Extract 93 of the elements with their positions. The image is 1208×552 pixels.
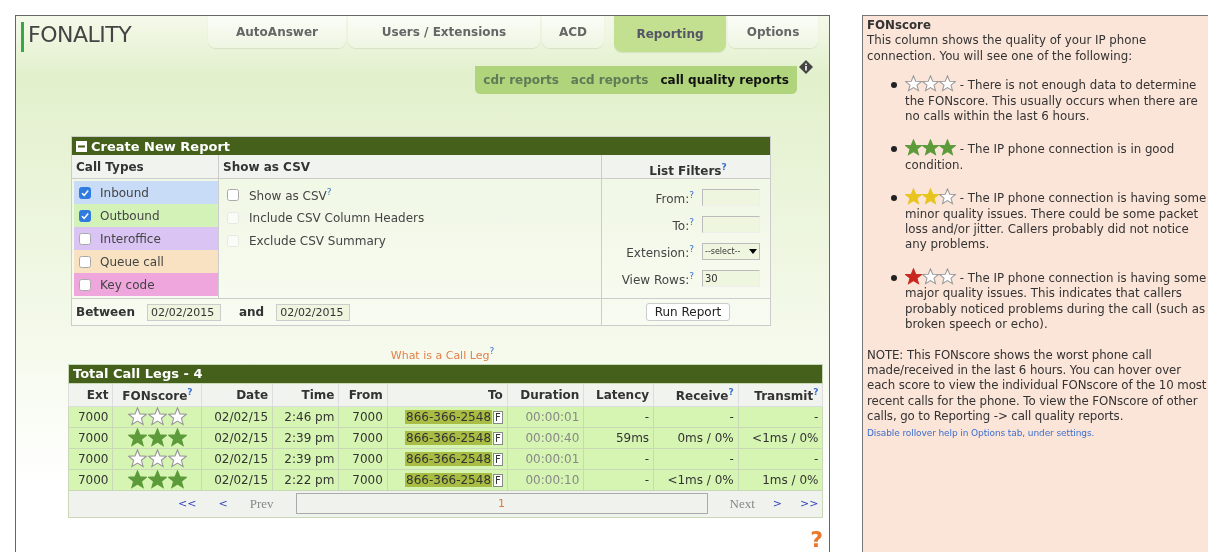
- star-icon: [939, 188, 956, 206]
- star-icon: [922, 267, 939, 285]
- note-text: NOTE: This FONscore shows the worst phone call made/received in the last 6 hours. You can hover over each score to view the individual FONscore of the 10 most recent calls for the phone. To view the FONscore of other calls, go to Reporting -> call quality reports. Disable rollover help in Options tab, under settings.: [867, 347, 1208, 441]
- column-header: Ext: [68, 383, 113, 407]
- flag-badge: F: [493, 452, 503, 466]
- star-icon: [922, 75, 939, 93]
- next-link[interactable]: Next: [729, 495, 755, 512]
- bullet-icon: [891, 146, 897, 153]
- table-cell: 7000: [68, 427, 113, 449]
- star-icon: [167, 407, 187, 427]
- option-label: Queue call: [100, 254, 164, 269]
- section-heading: Call Types: [72, 155, 218, 179]
- option-label: Exclude CSV Summary: [249, 233, 386, 248]
- star-icon: [147, 428, 167, 448]
- star-icon: [905, 75, 922, 93]
- flag-badge: F: [493, 431, 503, 445]
- date-field[interactable]: 02/02/2015: [146, 303, 221, 321]
- section-heading: List Filters$^{?}$: [602, 155, 770, 179]
- legend-text: - The IP phone connection is in good condition.: [905, 139, 1208, 174]
- flag-badge: F: [493, 410, 503, 424]
- legend-text: - There is not enough data to determine the FONscore. This usually occurs when there are no calls within the last 6 hours.: [905, 75, 1208, 125]
- star-icon: [147, 470, 167, 490]
- table-cell: 7000: [68, 448, 113, 470]
- star-icon: [127, 407, 147, 427]
- star-icon: [167, 428, 187, 448]
- field-label: Between: [76, 305, 135, 319]
- nav-tab[interactable]: ACD: [542, 16, 604, 48]
- bullet-icon: [891, 274, 897, 281]
- panel-title: FONscore: [867, 18, 932, 34]
- logo: FONALITY: [21, 22, 132, 52]
- filter-label: From:$^{?}$: [655, 189, 694, 206]
- nav-tab[interactable]: Reporting: [614, 16, 726, 52]
- star-icon: [939, 267, 956, 285]
- filter-label: View Rows:$^{?}$: [621, 270, 694, 287]
- phone-number[interactable]: 866-366-2548: [405, 472, 493, 487]
- prev-link[interactable]: Prev: [249, 495, 274, 512]
- caret-icon: [749, 249, 757, 254]
- disable-help-link[interactable]: Disable rollover help in Options tab, under settings.: [867, 425, 1095, 441]
- option-label: Show as CSV$^{?}$: [249, 186, 332, 203]
- table-cell: 7000: [68, 469, 113, 491]
- date-field[interactable]: 02/02/2015: [276, 303, 351, 321]
- option-label: Outbound: [100, 208, 160, 223]
- star-icon: [167, 470, 187, 490]
- option-label: Interoffice: [100, 231, 161, 246]
- collapse-icon[interactable]: [76, 140, 87, 152]
- last-page-link[interactable]: >>: [800, 497, 819, 511]
- input-field[interactable]: 30: [702, 270, 760, 287]
- checkbox[interactable]: [79, 186, 91, 199]
- star-icon: [939, 75, 956, 93]
- subnav-tab[interactable]: call quality reports: [660, 73, 789, 87]
- next-arrow-link[interactable]: >: [772, 497, 782, 511]
- legend-text: - The IP phone connection is having some minor quality issues. There could be some packet loss and/or jitter. Callers probably did not notice any problems.: [905, 188, 1208, 253]
- star-icon: [127, 449, 147, 469]
- column-header: To: [387, 383, 508, 407]
- checkbox[interactable]: [227, 188, 239, 201]
- star-icon: [147, 407, 167, 427]
- option-label: Key code: [100, 277, 155, 292]
- checkbox[interactable]: [79, 278, 91, 291]
- phone-number[interactable]: 866-366-2548: [405, 409, 493, 424]
- info-icon: [799, 60, 813, 74]
- run-report-button[interactable]: Run Report: [645, 303, 731, 321]
- star-icon: [127, 470, 147, 490]
- previous-arrow-link[interactable]: <: [218, 497, 228, 511]
- filter-label: To:$^{?}$: [672, 216, 694, 233]
- star-icon: [147, 449, 167, 469]
- legend-text: - The IP phone connection is having some major quality issues. This indicates that callers probably noticed problems during the call (such as broken speech or echo).: [905, 267, 1208, 333]
- checkbox[interactable]: [79, 209, 91, 222]
- option-label: Inbound: [100, 185, 149, 200]
- table-title: Total Call Legs - 4: [68, 364, 823, 384]
- checkbox[interactable]: [79, 232, 91, 245]
- input-field[interactable]: [702, 216, 760, 233]
- phone-number[interactable]: 866-366-2548: [405, 451, 493, 466]
- flag-badge: F: [493, 473, 503, 487]
- nav-tab[interactable]: Options: [728, 16, 818, 48]
- dropdown[interactable]: --select--: [702, 243, 760, 260]
- intro-text: This column shows the quality of your IP phone connection. You will see one of the following:: [867, 33, 1148, 65]
- panel-title: Create New Report: [72, 137, 770, 155]
- nav-tab[interactable]: AutoAnswer: [208, 16, 346, 48]
- option-label: Include CSV Column Headers: [249, 210, 425, 225]
- star-icon: [167, 449, 187, 469]
- section-heading: Show as CSV: [219, 155, 601, 179]
- first-page-link[interactable]: <<: [178, 497, 197, 511]
- call-leg-link[interactable]: What is a Call Leg$^{?}$: [390, 346, 495, 362]
- checkbox[interactable]: [79, 255, 91, 268]
- filter-label: Extension:$^{?}$: [626, 243, 694, 260]
- star-icon: [127, 428, 147, 448]
- bullet-icon: [891, 195, 897, 202]
- phone-number[interactable]: 866-366-2548: [405, 430, 493, 445]
- nav-tab[interactable]: Users / Extensions: [348, 16, 540, 48]
- field-label: and: [238, 305, 265, 319]
- table-cell: 7000: [68, 406, 113, 428]
- bullet-icon: [891, 82, 897, 89]
- input-field[interactable]: [702, 189, 760, 206]
